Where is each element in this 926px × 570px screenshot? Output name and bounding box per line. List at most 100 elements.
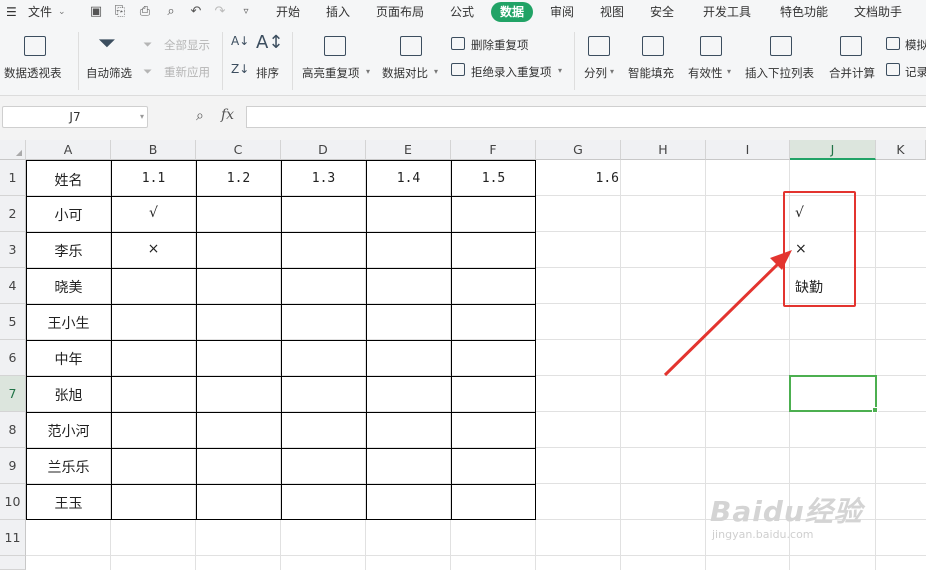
cell-a10[interactable]: 王玉 <box>26 493 111 513</box>
tab-view[interactable]: 视图 <box>600 0 624 24</box>
reapply-button[interactable]: 重新应用 <box>164 64 210 80</box>
reject-duplicates-icon[interactable] <box>451 63 465 76</box>
tab-insert[interactable]: 插入 <box>326 0 350 24</box>
row-header-2[interactable]: 2 <box>0 196 26 232</box>
row-header-9[interactable]: 9 <box>0 448 26 484</box>
record-button[interactable]: 记录 <box>905 64 926 80</box>
cell-d1[interactable]: 1.3 <box>281 171 366 186</box>
column-header-c[interactable]: C <box>196 140 281 160</box>
cell-b3[interactable]: × <box>111 241 196 257</box>
smart-fill-icon[interactable] <box>642 36 664 56</box>
file-menu[interactable]: 文件 <box>28 0 52 24</box>
row-header-7[interactable]: 7 <box>0 376 26 412</box>
cell-a3[interactable]: 李乐 <box>26 241 111 261</box>
cell-a6[interactable]: 中年 <box>26 349 111 369</box>
highlight-duplicates-icon[interactable] <box>324 36 346 56</box>
chevron-down-icon[interactable]: ⌄ <box>58 0 66 24</box>
formula-input[interactable] <box>246 106 926 128</box>
data-compare-icon[interactable] <box>400 36 422 56</box>
tab-security[interactable]: 安全 <box>650 0 674 24</box>
selected-cell-j7[interactable] <box>789 375 877 412</box>
insert-dropdown-button[interactable]: 插入下拉列表 <box>745 65 814 81</box>
redo-icon[interactable]: ↷ <box>212 4 228 20</box>
row-header-12[interactable] <box>0 556 26 570</box>
tab-features[interactable]: 特色功能 <box>780 0 828 24</box>
cell-a7[interactable]: 张旭 <box>26 385 111 405</box>
cell-a2[interactable]: 小可 <box>26 205 111 225</box>
show-all-button[interactable]: 全部显示 <box>164 37 210 53</box>
cell-f1[interactable]: 1.5 <box>451 171 536 186</box>
smart-fill-button[interactable]: 智能填充 <box>628 65 674 81</box>
validity-button[interactable]: 有效性 <box>688 65 723 81</box>
row-header-10[interactable]: 10 <box>0 484 26 520</box>
merge-calc-button[interactable]: 合并计算 <box>829 65 875 81</box>
chevron-down-icon[interactable]: ▾ <box>558 66 562 75</box>
column-header-a[interactable]: A <box>26 140 111 160</box>
tab-developer[interactable]: 开发工具 <box>703 0 751 24</box>
cell-b2[interactable]: √ <box>111 205 196 221</box>
merge-calc-icon[interactable] <box>840 36 862 56</box>
save-icon[interactable]: ▣ <box>88 4 104 20</box>
tab-data[interactable]: 数据 <box>491 2 534 22</box>
tab-formulas[interactable]: 公式 <box>450 0 474 24</box>
column-header-f[interactable]: F <box>451 140 536 160</box>
sort-icon[interactable]: A↕ <box>256 32 283 53</box>
fill-handle[interactable] <box>872 407 878 413</box>
select-all-corner[interactable]: ◢ <box>0 140 26 160</box>
column-header-k[interactable]: K <box>876 140 926 160</box>
reject-duplicates-button[interactable]: 拒绝录入重复项 <box>471 64 552 80</box>
tab-doc-assistant[interactable]: 文档助手 <box>854 0 902 24</box>
file-icon[interactable]: ☰ <box>6 0 17 24</box>
tab-review[interactable]: 审阅 <box>550 0 574 24</box>
tab-home[interactable]: 开始 <box>276 0 300 24</box>
row-header-6[interactable]: 6 <box>0 340 26 376</box>
sort-button[interactable]: 排序 <box>256 65 279 81</box>
print-preview-icon[interactable]: ⌕ <box>163 4 179 20</box>
column-header-i[interactable]: I <box>706 140 790 160</box>
format-painter-icon[interactable]: ⎘ <box>112 4 128 20</box>
chevron-down-icon[interactable]: ▾ <box>366 67 370 76</box>
zoom-icon[interactable]: ⌕ <box>196 108 204 124</box>
chevron-down-icon[interactable]: ▾ <box>610 67 614 76</box>
row-header-4[interactable]: 4 <box>0 268 26 304</box>
cell-c1[interactable]: 1.2 <box>196 171 281 186</box>
cell-a8[interactable]: 范小河 <box>26 421 111 441</box>
column-header-g[interactable]: G <box>536 140 621 160</box>
column-header-e[interactable]: E <box>366 140 451 160</box>
remove-duplicates-button[interactable]: 删除重复项 <box>471 37 529 53</box>
cell-a4[interactable]: 晓美 <box>26 277 111 297</box>
sort-asc-icon[interactable]: A↓ <box>231 34 249 48</box>
autofilter-button[interactable]: 自动筛选 <box>86 65 132 81</box>
column-header-b[interactable]: B <box>111 140 196 160</box>
insert-dropdown-icon[interactable] <box>770 36 792 56</box>
remove-duplicates-icon[interactable] <box>451 37 465 50</box>
cell-a5[interactable]: 王小生 <box>26 313 111 333</box>
row-header-1[interactable]: 1 <box>0 160 26 196</box>
data-compare-button[interactable]: 数据对比 <box>382 65 428 81</box>
pivot-table-button[interactable]: 数据透视表 <box>4 65 62 81</box>
highlight-duplicates-button[interactable]: 高亮重复项 <box>302 65 360 81</box>
column-header-d[interactable]: D <box>281 140 366 160</box>
fx-icon[interactable]: fx <box>221 107 234 123</box>
column-header-j[interactable]: J <box>790 140 876 160</box>
pivot-table-icon[interactable] <box>24 36 46 56</box>
customize-icon[interactable]: ▿ <box>238 4 254 20</box>
undo-icon[interactable]: ↶ <box>188 4 204 20</box>
row-header-8[interactable]: 8 <box>0 412 26 448</box>
record-icon[interactable] <box>886 63 900 76</box>
row-header-11[interactable]: 11 <box>0 520 26 556</box>
tab-page-layout[interactable]: 页面布局 <box>376 0 424 24</box>
split-columns-button[interactable]: 分列 <box>584 65 607 81</box>
simulate-icon[interactable] <box>886 37 900 50</box>
print-icon[interactable]: ⎙ <box>137 4 153 20</box>
chevron-down-icon[interactable]: ▾ <box>727 67 731 76</box>
sort-desc-icon[interactable]: Z↓ <box>231 62 249 76</box>
cell-a9[interactable]: 兰乐乐 <box>26 457 111 477</box>
row-header-5[interactable]: 5 <box>0 304 26 340</box>
cell-g1[interactable]: 1.6 <box>536 171 621 186</box>
simulate-button[interactable]: 模拟 <box>905 37 926 53</box>
column-header-h[interactable]: H <box>621 140 706 160</box>
chevron-down-icon[interactable]: ▾ <box>434 67 438 76</box>
split-columns-icon[interactable] <box>588 36 610 56</box>
cell-b1[interactable]: 1.1 <box>111 171 196 186</box>
